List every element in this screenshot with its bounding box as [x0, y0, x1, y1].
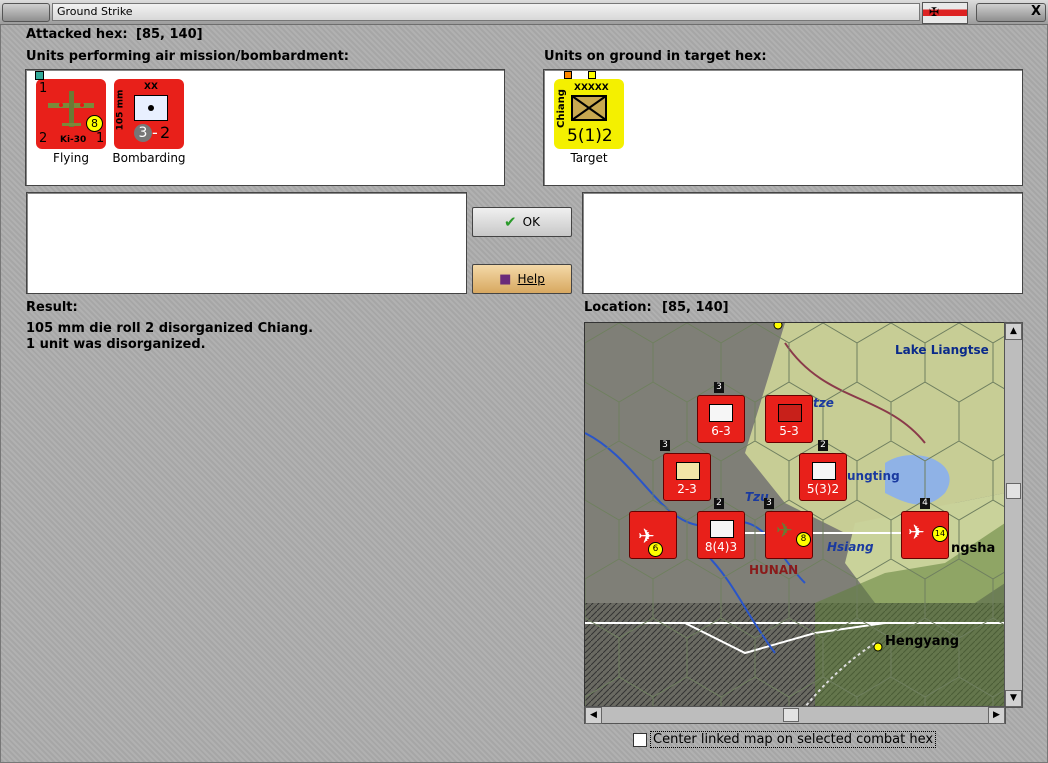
window-title: Ground Strike	[57, 5, 133, 18]
result-heading: Result:	[26, 300, 78, 315]
infantry-symbol-icon	[676, 462, 700, 480]
rating-badge: 14	[932, 526, 948, 542]
place-lake-liangtse: Lake Liangtse	[895, 343, 989, 357]
unit-type-name: Ki-30	[60, 135, 87, 145]
place-yangtze-fragment: tze	[813, 396, 834, 410]
place-changsha-fragment: ngsha	[951, 541, 996, 556]
vertical-scroll-thumb[interactable]	[1006, 483, 1021, 499]
rating-badge: 8	[796, 532, 811, 547]
map-unit-counter[interactable]: 3 6-3	[697, 382, 745, 443]
bombarding-unit-counter[interactable]: 105 mm XX 3 - 2	[114, 79, 184, 149]
ground-units-heading: Units on ground in target hex:	[544, 49, 767, 64]
help-button[interactable]: ■ Help	[472, 264, 572, 294]
center-map-checkbox[interactable]	[633, 733, 647, 747]
scroll-up-arrow-icon[interactable]: ▲	[1005, 323, 1022, 340]
unit-strength: 5-3	[779, 424, 799, 438]
map-unit-counter[interactable]: 2 8(4)3	[697, 498, 745, 559]
unit-strength: 5(3)2	[806, 482, 840, 496]
scroll-left-arrow-icon[interactable]: ◀	[585, 707, 602, 724]
nation-flag-icon: ✠	[922, 2, 968, 24]
stack-count: 3	[764, 498, 774, 509]
ground-strike-dialog: Ground Strike ✠ X Attacked hex: [85, 140…	[0, 0, 1048, 763]
rating-badge: 8	[86, 115, 103, 132]
unit-strength: 2-3	[677, 482, 697, 496]
help-book-icon: ■	[499, 271, 512, 287]
location-coords: [85, 140]	[662, 300, 729, 315]
place-hengyang: Hengyang	[885, 634, 960, 649]
unit-strength-a: 3	[134, 124, 152, 142]
scroll-down-arrow-icon[interactable]: ▼	[1005, 690, 1022, 707]
unit-side-label: Chiang	[555, 89, 567, 128]
help-label: Help	[517, 272, 545, 286]
place-hunan: HUNAN	[749, 563, 799, 577]
stack-count: 2	[818, 440, 828, 451]
result-line: 105 mm die roll 2 disorganized Chiang.	[26, 321, 314, 336]
unit-size-marker: XXXXX	[574, 83, 609, 93]
window-menu-button[interactable]	[2, 3, 50, 22]
unit-bottom-left-value: 2	[39, 131, 48, 146]
place-hsiang: Hsiang	[827, 540, 874, 554]
ok-label: OK	[522, 215, 540, 229]
location-label: Location:	[584, 300, 652, 315]
air-units-panel: 1 8 2 Ki-30 1 Flying 105 mm XX 3 - 2 Bom…	[25, 69, 505, 186]
artillery-symbol-icon	[134, 95, 168, 121]
unit-strength: 5(1)2	[567, 126, 613, 146]
map-air-counter[interactable]: ✈ 6	[629, 511, 677, 559]
unit-strength: 6-3	[711, 424, 731, 438]
window-controls: X	[976, 3, 1046, 22]
map-unit-counter[interactable]: 2 5(3)2	[799, 440, 847, 501]
status-marker-icon	[564, 71, 572, 79]
map-unit-counter[interactable]: 3 2-3	[660, 440, 711, 501]
map-vertical-scrollbar[interactable]: ▲ ▼	[1004, 322, 1023, 708]
status-marker-icon	[588, 71, 596, 79]
title-box: Ground Strike	[52, 3, 920, 21]
stack-count: 4	[920, 498, 930, 509]
result-text: 105 mm die roll 2 disorganized Chiang. 1…	[26, 321, 313, 353]
air-units-heading: Units performing air mission/bombardment…	[26, 49, 350, 64]
place-tungting-fragment: ungting	[847, 469, 900, 483]
infantry-symbol-icon	[571, 95, 607, 121]
infantry-symbol-icon	[778, 404, 802, 422]
target-caption: Target	[570, 151, 608, 165]
rating-badge: 6	[648, 542, 663, 557]
aircraft-icon: ✈	[776, 518, 793, 542]
close-button[interactable]: X	[1031, 4, 1041, 19]
attacked-hex-coords: [85, 140]	[136, 27, 203, 42]
ok-button[interactable]: ✔ OK	[472, 207, 572, 237]
map-unit-counter[interactable]: 5-3	[765, 395, 813, 443]
stack-count: 3	[660, 440, 670, 451]
attacked-hex-label: Attacked hex:	[26, 27, 128, 42]
center-map-checkbox-label[interactable]: Center linked map on selected combat hex	[650, 731, 937, 748]
infantry-symbol-icon	[709, 404, 733, 422]
ground-units-panel: Chiang XXXXX 5(1)2 Target	[543, 69, 1023, 186]
unit-size-marker: XX	[144, 82, 158, 92]
flying-caption: Flying	[53, 151, 89, 165]
unit-side-label: 105 mm	[115, 89, 126, 131]
unit-bottom-right-value: 1	[96, 131, 105, 146]
attack-details-panel	[26, 192, 467, 294]
infantry-symbol-icon	[710, 520, 734, 538]
result-line: 1 unit was disorganized.	[26, 337, 206, 352]
checkmark-icon: ✔	[504, 213, 517, 231]
horizontal-scroll-thumb[interactable]	[783, 708, 799, 722]
map-air-counter[interactable]: 3 ✈ 8	[764, 498, 813, 559]
bombarding-caption: Bombarding	[112, 151, 186, 165]
scroll-right-arrow-icon[interactable]: ▶	[988, 707, 1005, 724]
target-unit-counter[interactable]: Chiang XXXXX 5(1)2	[554, 71, 624, 149]
unit-strength: 8(4)3	[704, 540, 738, 554]
map-horizontal-scrollbar[interactable]: ◀ ▶	[584, 706, 1006, 724]
flying-unit-counter[interactable]: 1 8 2 Ki-30 1	[35, 71, 106, 149]
title-bar: Ground Strike ✠ X	[0, 0, 1048, 25]
hex-map[interactable]: Lake Liangtse Tzu Hsiang HUNAN Hengyang …	[584, 322, 1006, 708]
map-air-counter[interactable]: 4 ✈ 14	[901, 498, 949, 559]
stack-count: 3	[714, 382, 724, 393]
defense-details-panel	[582, 192, 1023, 294]
unit-strength-b: 2	[160, 123, 171, 142]
infantry-symbol-icon	[812, 462, 836, 480]
stack-count: 2	[714, 498, 724, 509]
aircraft-icon: ✈	[908, 520, 925, 544]
